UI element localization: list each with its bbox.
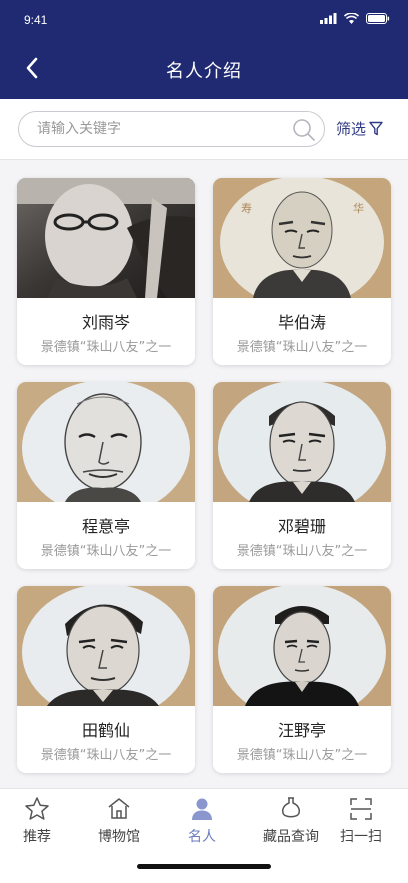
tab-scan[interactable]: 扫一扫	[321, 796, 401, 846]
museum-icon	[108, 798, 130, 819]
person-desc: 景德镇“珠山八友”之一	[236, 340, 368, 355]
page-title: 名人介绍	[166, 61, 242, 82]
person-desc: 景德镇“珠山八友”之一	[236, 748, 368, 763]
person-name: 程意亭	[81, 517, 130, 536]
portrait-image: 寿 华	[213, 178, 391, 298]
portrait-image	[213, 586, 391, 706]
filter-icon	[369, 121, 383, 136]
status-time: 9:41	[24, 13, 48, 27]
battery-icon	[366, 13, 390, 24]
person-card[interactable]: 刘雨岑 景德镇“珠山八友”之一	[17, 178, 195, 365]
person-name: 汪野亭	[277, 721, 326, 740]
portrait-image	[17, 382, 195, 502]
svg-text:寿: 寿	[241, 201, 252, 215]
search-input[interactable]	[37, 112, 287, 146]
app-header: 9:41 名人介绍	[0, 0, 408, 99]
person-name: 田鹤仙	[81, 721, 130, 740]
person-card[interactable]: 邓碧珊 景德镇“珠山八友”之一	[213, 382, 391, 569]
svg-text:华: 华	[353, 201, 364, 215]
portrait-image	[213, 382, 391, 502]
search-icon[interactable]	[292, 118, 316, 142]
search-bar: 筛选	[0, 99, 408, 160]
person-desc: 景德镇“珠山八友”之一	[40, 748, 172, 763]
portrait-image	[17, 586, 195, 706]
person-desc: 景德镇“珠山八友”之一	[40, 544, 172, 559]
tab-label: 扫一扫	[340, 829, 382, 845]
wifi-icon	[344, 13, 359, 24]
person-icon	[192, 798, 212, 820]
person-card[interactable]: 汪野亭 景德镇“珠山八友”之一	[213, 586, 391, 773]
status-icons	[320, 13, 390, 24]
tab-recommend[interactable]: 推荐	[0, 796, 77, 846]
tab-label: 藏品查询	[263, 829, 319, 845]
person-name: 刘雨岑	[81, 313, 130, 332]
person-card[interactable]: 寿 华 毕伯涛 景德镇“珠山八友”之一	[213, 178, 391, 365]
signal-icon	[320, 13, 337, 24]
tab-museum[interactable]: 博物馆	[79, 796, 159, 846]
home-indicator	[137, 864, 271, 869]
person-desc: 景德镇“珠山八友”之一	[236, 544, 368, 559]
tab-label: 博物馆	[98, 829, 140, 845]
scan-icon	[350, 798, 372, 820]
tab-label: 推荐	[23, 829, 51, 845]
person-card[interactable]: 程意亭 景德镇“珠山八友”之一	[17, 382, 195, 569]
filter-button[interactable]: 筛选	[336, 118, 383, 139]
person-card[interactable]: 田鹤仙 景德镇“珠山八友”之一	[17, 586, 195, 773]
person-desc: 景德镇“珠山八友”之一	[40, 340, 172, 355]
filter-label: 筛选	[336, 120, 367, 138]
search-box	[18, 111, 325, 147]
tab-label: 名人	[188, 829, 216, 845]
portrait-image	[17, 178, 195, 298]
tab-celebrities[interactable]: 名人	[162, 796, 242, 846]
tab-collection-search[interactable]: 藏品查询	[251, 796, 331, 846]
person-name: 邓碧珊	[277, 517, 326, 536]
star-icon	[25, 797, 49, 820]
person-name: 毕伯涛	[277, 313, 326, 332]
vase-icon	[282, 797, 300, 818]
